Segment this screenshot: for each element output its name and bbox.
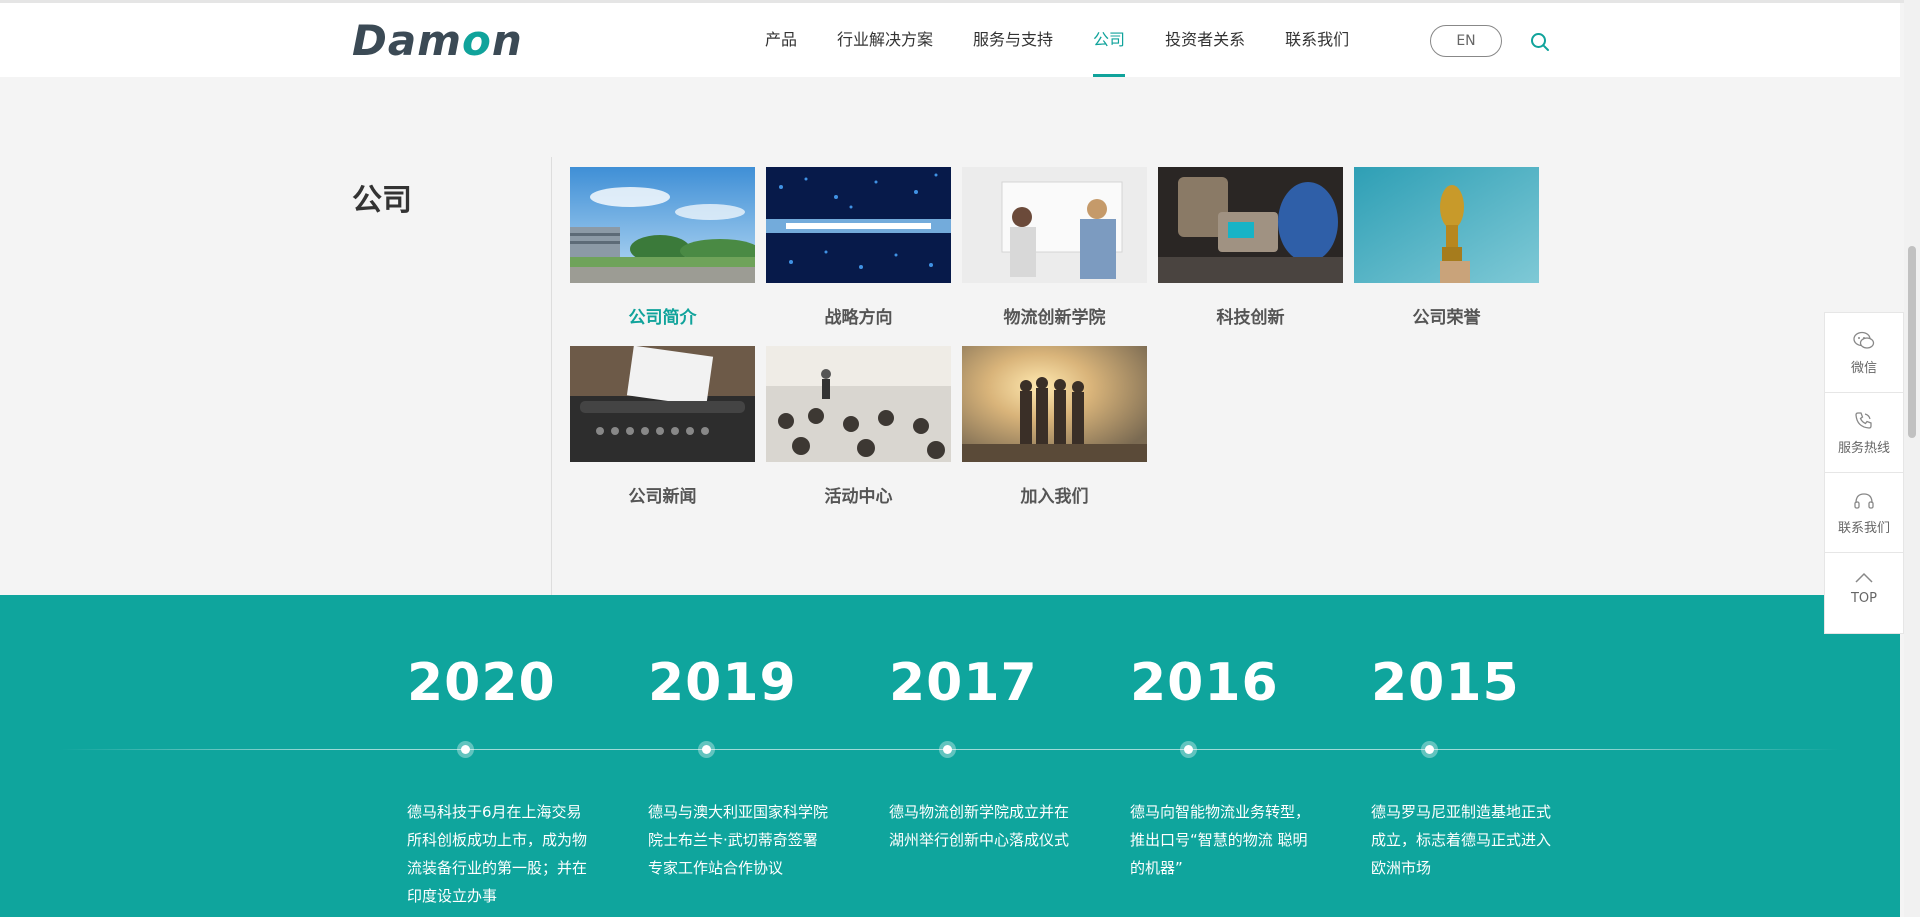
- card-label: 公司荣誉: [1412, 308, 1481, 328]
- card-honors[interactable]: 公司荣誉: [1354, 167, 1539, 328]
- wechat-label: 微信: [1850, 361, 1877, 376]
- contact-label: 联系我们: [1837, 521, 1890, 536]
- timeline-year: 2020: [407, 653, 556, 713]
- timeline-year: 2017: [889, 653, 1038, 713]
- trophy-photo: [1354, 167, 1539, 283]
- section-title: 公司: [352, 183, 412, 218]
- damon-logo[interactable]: Damon: [352, 20, 523, 62]
- nav-item-service[interactable]: 服务与支持: [953, 3, 1073, 77]
- card-label: 活动中心: [824, 487, 893, 507]
- timeline-dot[interactable]: [1180, 741, 1197, 758]
- vertical-divider: [551, 157, 552, 595]
- nav-item-company[interactable]: 公司: [1073, 3, 1145, 77]
- meeting-photo: [962, 167, 1147, 283]
- card-join-us[interactable]: 加入我们: [962, 346, 1147, 507]
- typewriter-photo: [570, 346, 755, 462]
- seminar-photo: [766, 346, 951, 462]
- company-section: 公司 公司简介 战略方向 物流创新学院 科技创新 公司荣誉 公司新闻 活动中心 …: [0, 77, 1900, 595]
- card-label: 科技创新: [1216, 308, 1285, 328]
- timeline-text: 德马向智能物流业务转型，推出口号“智慧的物流 聪明的机器”: [1130, 803, 1311, 877]
- timeline-dot[interactable]: [457, 741, 474, 758]
- card-label: 加入我们: [1020, 487, 1089, 507]
- card-tech-innovation[interactable]: 科技创新: [1158, 167, 1343, 328]
- main-nav: 产品 行业解决方案 服务与支持 公司 投资者关系 联系我们: [745, 3, 1369, 77]
- headset-icon: [1854, 493, 1874, 509]
- building-photo: [570, 167, 755, 283]
- lab-photo: [1158, 167, 1343, 283]
- phone-icon: [1855, 412, 1872, 429]
- search-icon[interactable]: [1530, 32, 1550, 52]
- nav-item-products[interactable]: 产品: [745, 3, 817, 77]
- card-logistics-academy[interactable]: 物流创新学院: [962, 167, 1147, 328]
- card-label: 公司新闻: [628, 487, 697, 507]
- card-events[interactable]: 活动中心: [766, 346, 951, 507]
- scrollbar-thumb[interactable]: [1908, 246, 1916, 438]
- timeline-dot[interactable]: [698, 741, 715, 758]
- timeline-text: 德马物流创新学院成立并在湖州举行创新中心落成仪式: [889, 803, 1070, 849]
- nav-item-contact[interactable]: 联系我们: [1265, 3, 1369, 77]
- chevron-up-icon: [1855, 572, 1873, 583]
- card-strategy[interactable]: 战略方向: [766, 167, 951, 328]
- timeline-year: 2015: [1371, 653, 1520, 713]
- top-label: TOP: [1850, 591, 1877, 606]
- site-header: Damon 产品 行业解决方案 服务与支持 公司 投资者关系 联系我们 EN: [0, 3, 1900, 77]
- timeline-text: 德马科技于6月在上海交易所科创板成功上市，成为物流装备行业的第一股；并在印度设立…: [407, 803, 588, 905]
- card-label: 公司简介: [628, 308, 697, 328]
- hotline-label: 服务热线: [1837, 441, 1890, 456]
- nav-item-solutions[interactable]: 行业解决方案: [817, 3, 953, 77]
- card-company-news[interactable]: 公司新闻: [570, 346, 755, 507]
- timeline-dot[interactable]: [939, 741, 956, 758]
- wechat-button[interactable]: 微信: [1825, 313, 1903, 393]
- page-scrollbar[interactable]: [1904, 0, 1920, 917]
- contact-button[interactable]: 联系我们: [1825, 473, 1903, 553]
- back-to-top-button[interactable]: TOP: [1825, 553, 1903, 633]
- timeline-year: 2019: [648, 653, 797, 713]
- language-button[interactable]: EN: [1430, 25, 1502, 57]
- timeline-text: 德马与澳大利亚国家科学院院士布兰卡·武切蒂奇签署专家工作站合作协议: [648, 803, 829, 877]
- timeline-year: 2016: [1130, 653, 1279, 713]
- card-company-intro[interactable]: 公司简介: [570, 167, 755, 328]
- team-sunset-photo: [962, 346, 1147, 462]
- timeline-text: 德马罗马尼亚制造基地正式成立，标志着德马正式进入欧洲市场: [1371, 803, 1552, 877]
- side-toolbar: 微信 服务热线 联系我们 TOP: [1824, 312, 1904, 634]
- fiber-optic-photo: [766, 167, 951, 283]
- nav-item-investors[interactable]: 投资者关系: [1145, 3, 1265, 77]
- wechat-icon: [1853, 331, 1875, 349]
- timeline-dot[interactable]: [1421, 741, 1438, 758]
- card-label: 战略方向: [824, 308, 893, 328]
- card-label: 物流创新学院: [1003, 308, 1106, 328]
- hotline-button[interactable]: 服务热线: [1825, 393, 1903, 473]
- history-timeline: 2020 德马科技于6月在上海交易所科创板成功上市，成为物流装备行业的第一股；并…: [0, 595, 1900, 917]
